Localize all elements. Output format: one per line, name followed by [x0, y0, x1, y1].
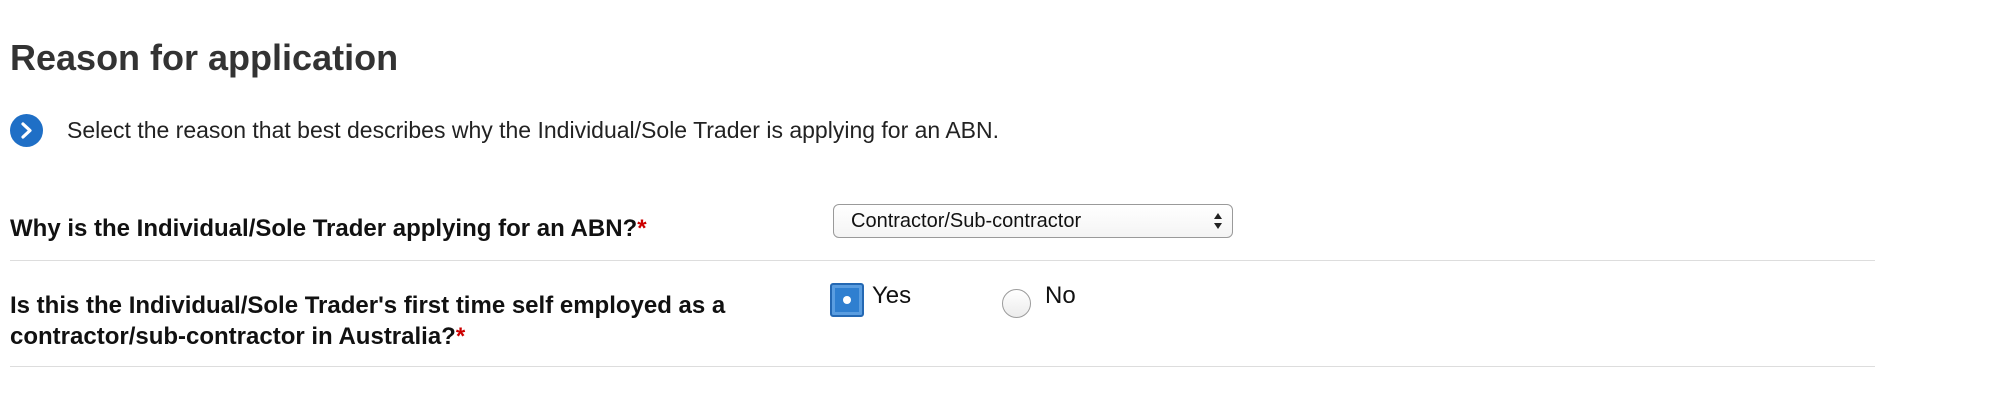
radio-no-label[interactable]: No — [1045, 281, 1076, 311]
page-title: Reason for application — [10, 37, 399, 78]
radio-yes-label[interactable]: Yes — [872, 281, 911, 311]
first-time-contractor-row: Is this the Individual/Sole Trader's fir… — [10, 261, 1875, 367]
first-time-contractor-label: Is this the Individual/Sole Trader's fir… — [10, 290, 830, 352]
first-time-contractor-label-text: Is this the Individual/Sole Trader's fir… — [10, 292, 726, 350]
chevron-right-icon — [10, 113, 43, 147]
select-arrows-icon — [1213, 212, 1223, 230]
radio-yes-checked[interactable] — [830, 283, 864, 317]
abn-reason-label-text: Why is the Individual/Sole Trader applyi… — [10, 215, 638, 242]
instruction-text: Select the reason that best describes wh… — [67, 116, 1000, 143]
abn-reason-row: Why is the Individual/Sole Trader applyi… — [10, 196, 1875, 261]
radio-option-no[interactable]: No — [1002, 281, 1076, 318]
required-marker: * — [637, 215, 647, 242]
abn-reason-select-value: Contractor/Sub-contractor — [851, 209, 1082, 232]
required-marker: * — [455, 323, 466, 350]
radio-selected-dot — [843, 296, 851, 304]
instruction: Select the reason that best describes wh… — [10, 112, 999, 148]
abn-reason-select[interactable]: Contractor/Sub-contractor — [833, 204, 1233, 238]
radio-no-unchecked[interactable] — [1002, 289, 1031, 318]
radio-option-yes[interactable]: Yes — [830, 281, 911, 317]
abn-reason-label: Why is the Individual/Sole Trader applyi… — [10, 213, 647, 244]
